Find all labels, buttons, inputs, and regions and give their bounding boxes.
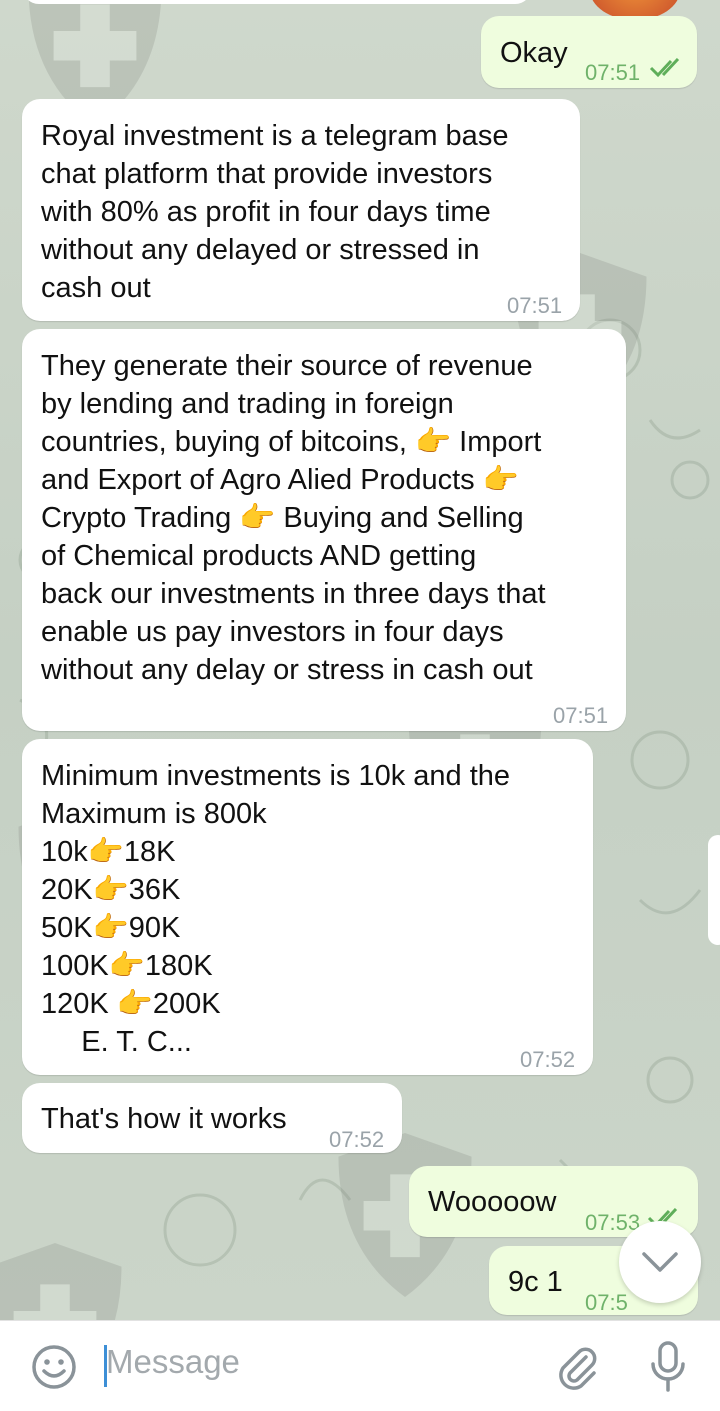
side-panel-edge — [708, 835, 720, 945]
message-text: Royal investment is a telegram base chat… — [41, 120, 509, 304]
message-time: 07:5 — [585, 1290, 628, 1315]
message-text: Wooooow — [428, 1186, 557, 1218]
message-time: 07:51 — [507, 293, 563, 318]
chat-background: Okay 07:51 Royal investment is a telegra… — [0, 0, 720, 1320]
scroll-down-button[interactable] — [619, 1221, 701, 1303]
voice-record-button[interactable] — [642, 1339, 694, 1395]
message-incoming[interactable]: They generate their source of revenue by… — [22, 329, 626, 731]
message-incoming[interactable]: Minimum investments is 10k and the Maxim… — [22, 739, 593, 1075]
microphone-icon — [651, 1341, 685, 1392]
message-text: They generate their source of revenue by… — [41, 350, 546, 686]
message-time: 07:52 — [329, 1127, 385, 1152]
message-time: 07:52 — [520, 1047, 576, 1072]
emoji-button[interactable] — [28, 1341, 80, 1393]
message-time: 07:51 — [553, 703, 609, 728]
attach-button[interactable] — [550, 1341, 602, 1393]
message-text: Okay — [500, 37, 568, 69]
message-text: Minimum investments is 10k and the Maxim… — [41, 760, 511, 1058]
emoji-icon — [32, 1345, 76, 1389]
message-incoming[interactable]: That's how it works 07:52 — [22, 1083, 402, 1153]
paperclip-icon — [559, 1347, 597, 1390]
message-input[interactable]: Message — [106, 1343, 240, 1381]
message-outgoing[interactable]: Okay 07:51 — [481, 16, 697, 88]
double-check-icon — [649, 58, 680, 78]
shield-watermark — [0, 1242, 122, 1320]
previous-message-edge — [22, 0, 532, 4]
message-text: 9c 1 — [508, 1266, 563, 1298]
message-composer: Message — [0, 1320, 720, 1411]
message-incoming[interactable]: Royal investment is a telegram base chat… — [22, 99, 580, 321]
message-time: 07:51 — [585, 60, 641, 85]
chevron-down-icon — [642, 1252, 678, 1272]
message-text: That's how it works — [41, 1103, 287, 1135]
